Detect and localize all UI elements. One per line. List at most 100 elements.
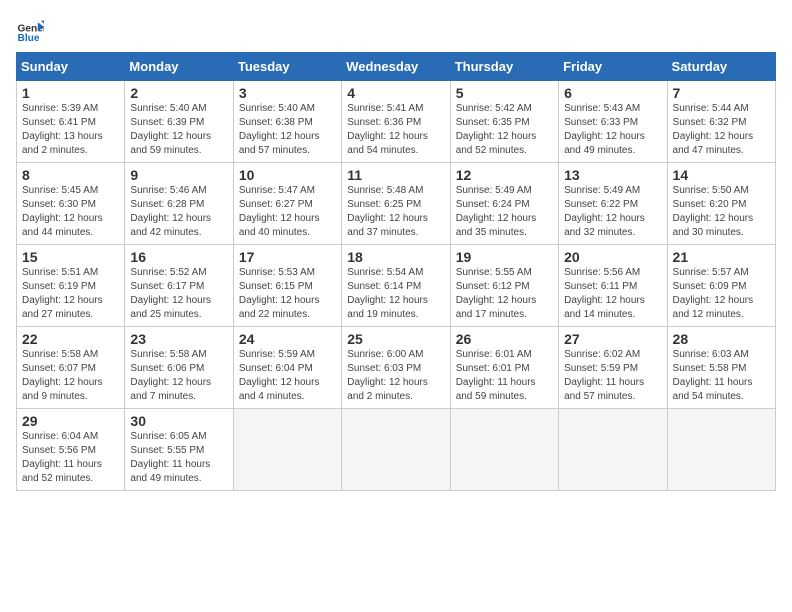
weekday-header-thursday: Thursday <box>450 53 558 81</box>
calendar-cell: 15Sunrise: 5:51 AM Sunset: 6:19 PM Dayli… <box>17 245 125 327</box>
calendar-cell: 6Sunrise: 5:43 AM Sunset: 6:33 PM Daylig… <box>559 81 667 163</box>
weekday-header-wednesday: Wednesday <box>342 53 450 81</box>
calendar-cell <box>342 409 450 491</box>
day-number: 25 <box>347 331 444 347</box>
day-info: Sunrise: 5:40 AM Sunset: 6:38 PM Dayligh… <box>239 102 336 158</box>
calendar-cell: 29Sunrise: 6:04 AM Sunset: 5:56 PM Dayli… <box>17 409 125 491</box>
weekday-header-monday: Monday <box>125 53 233 81</box>
calendar-cell <box>450 409 558 491</box>
calendar-cell: 8Sunrise: 5:45 AM Sunset: 6:30 PM Daylig… <box>17 163 125 245</box>
day-number: 15 <box>22 249 119 265</box>
day-number: 18 <box>347 249 444 265</box>
page-header: General Blue <box>16 16 776 44</box>
calendar-cell: 3Sunrise: 5:40 AM Sunset: 6:38 PM Daylig… <box>233 81 341 163</box>
day-number: 28 <box>673 331 770 347</box>
day-number: 16 <box>130 249 227 265</box>
calendar-cell: 12Sunrise: 5:49 AM Sunset: 6:24 PM Dayli… <box>450 163 558 245</box>
calendar-cell: 25Sunrise: 6:00 AM Sunset: 6:03 PM Dayli… <box>342 327 450 409</box>
calendar-header-row: SundayMondayTuesdayWednesdayThursdayFrid… <box>17 53 776 81</box>
day-number: 12 <box>456 167 553 183</box>
weekday-header-tuesday: Tuesday <box>233 53 341 81</box>
day-number: 8 <box>22 167 119 183</box>
day-number: 23 <box>130 331 227 347</box>
weekday-header-friday: Friday <box>559 53 667 81</box>
day-info: Sunrise: 5:39 AM Sunset: 6:41 PM Dayligh… <box>22 102 119 158</box>
day-number: 1 <box>22 85 119 101</box>
calendar-week-1: 1Sunrise: 5:39 AM Sunset: 6:41 PM Daylig… <box>17 81 776 163</box>
day-info: Sunrise: 6:03 AM Sunset: 5:58 PM Dayligh… <box>673 348 770 404</box>
calendar-body: 1Sunrise: 5:39 AM Sunset: 6:41 PM Daylig… <box>17 81 776 491</box>
calendar-cell: 20Sunrise: 5:56 AM Sunset: 6:11 PM Dayli… <box>559 245 667 327</box>
day-info: Sunrise: 5:41 AM Sunset: 6:36 PM Dayligh… <box>347 102 444 158</box>
calendar-cell: 27Sunrise: 6:02 AM Sunset: 5:59 PM Dayli… <box>559 327 667 409</box>
calendar-cell: 24Sunrise: 5:59 AM Sunset: 6:04 PM Dayli… <box>233 327 341 409</box>
day-info: Sunrise: 5:49 AM Sunset: 6:24 PM Dayligh… <box>456 184 553 240</box>
calendar-cell: 18Sunrise: 5:54 AM Sunset: 6:14 PM Dayli… <box>342 245 450 327</box>
day-number: 9 <box>130 167 227 183</box>
day-info: Sunrise: 5:58 AM Sunset: 6:07 PM Dayligh… <box>22 348 119 404</box>
day-info: Sunrise: 5:52 AM Sunset: 6:17 PM Dayligh… <box>130 266 227 322</box>
day-number: 26 <box>456 331 553 347</box>
day-number: 5 <box>456 85 553 101</box>
day-info: Sunrise: 5:58 AM Sunset: 6:06 PM Dayligh… <box>130 348 227 404</box>
day-number: 24 <box>239 331 336 347</box>
day-number: 14 <box>673 167 770 183</box>
calendar-cell: 11Sunrise: 5:48 AM Sunset: 6:25 PM Dayli… <box>342 163 450 245</box>
calendar-cell: 30Sunrise: 6:05 AM Sunset: 5:55 PM Dayli… <box>125 409 233 491</box>
calendar-cell: 13Sunrise: 5:49 AM Sunset: 6:22 PM Dayli… <box>559 163 667 245</box>
day-info: Sunrise: 5:57 AM Sunset: 6:09 PM Dayligh… <box>673 266 770 322</box>
day-number: 4 <box>347 85 444 101</box>
calendar-week-5: 29Sunrise: 6:04 AM Sunset: 5:56 PM Dayli… <box>17 409 776 491</box>
calendar-week-4: 22Sunrise: 5:58 AM Sunset: 6:07 PM Dayli… <box>17 327 776 409</box>
day-info: Sunrise: 5:40 AM Sunset: 6:39 PM Dayligh… <box>130 102 227 158</box>
day-number: 13 <box>564 167 661 183</box>
calendar-cell <box>559 409 667 491</box>
day-info: Sunrise: 5:56 AM Sunset: 6:11 PM Dayligh… <box>564 266 661 322</box>
calendar-cell: 9Sunrise: 5:46 AM Sunset: 6:28 PM Daylig… <box>125 163 233 245</box>
day-number: 22 <box>22 331 119 347</box>
day-info: Sunrise: 5:54 AM Sunset: 6:14 PM Dayligh… <box>347 266 444 322</box>
day-number: 17 <box>239 249 336 265</box>
day-info: Sunrise: 5:48 AM Sunset: 6:25 PM Dayligh… <box>347 184 444 240</box>
calendar-cell: 19Sunrise: 5:55 AM Sunset: 6:12 PM Dayli… <box>450 245 558 327</box>
day-number: 11 <box>347 167 444 183</box>
calendar-cell: 2Sunrise: 5:40 AM Sunset: 6:39 PM Daylig… <box>125 81 233 163</box>
calendar-cell: 4Sunrise: 5:41 AM Sunset: 6:36 PM Daylig… <box>342 81 450 163</box>
day-number: 2 <box>130 85 227 101</box>
svg-text:Blue: Blue <box>18 33 40 44</box>
day-number: 29 <box>22 413 119 429</box>
day-number: 10 <box>239 167 336 183</box>
day-info: Sunrise: 6:05 AM Sunset: 5:55 PM Dayligh… <box>130 430 227 486</box>
calendar-cell: 5Sunrise: 5:42 AM Sunset: 6:35 PM Daylig… <box>450 81 558 163</box>
calendar-cell <box>667 409 775 491</box>
day-info: Sunrise: 6:04 AM Sunset: 5:56 PM Dayligh… <box>22 430 119 486</box>
day-number: 30 <box>130 413 227 429</box>
calendar-cell: 10Sunrise: 5:47 AM Sunset: 6:27 PM Dayli… <box>233 163 341 245</box>
calendar-table: SundayMondayTuesdayWednesdayThursdayFrid… <box>16 52 776 491</box>
weekday-header-sunday: Sunday <box>17 53 125 81</box>
day-info: Sunrise: 5:45 AM Sunset: 6:30 PM Dayligh… <box>22 184 119 240</box>
day-info: Sunrise: 5:53 AM Sunset: 6:15 PM Dayligh… <box>239 266 336 322</box>
day-info: Sunrise: 5:59 AM Sunset: 6:04 PM Dayligh… <box>239 348 336 404</box>
day-info: Sunrise: 5:46 AM Sunset: 6:28 PM Dayligh… <box>130 184 227 240</box>
day-number: 6 <box>564 85 661 101</box>
day-info: Sunrise: 5:47 AM Sunset: 6:27 PM Dayligh… <box>239 184 336 240</box>
calendar-cell: 26Sunrise: 6:01 AM Sunset: 6:01 PM Dayli… <box>450 327 558 409</box>
day-number: 19 <box>456 249 553 265</box>
day-info: Sunrise: 5:43 AM Sunset: 6:33 PM Dayligh… <box>564 102 661 158</box>
calendar-cell: 1Sunrise: 5:39 AM Sunset: 6:41 PM Daylig… <box>17 81 125 163</box>
calendar-cell <box>233 409 341 491</box>
calendar-cell: 17Sunrise: 5:53 AM Sunset: 6:15 PM Dayli… <box>233 245 341 327</box>
calendar-cell: 23Sunrise: 5:58 AM Sunset: 6:06 PM Dayli… <box>125 327 233 409</box>
day-info: Sunrise: 5:55 AM Sunset: 6:12 PM Dayligh… <box>456 266 553 322</box>
calendar-cell: 28Sunrise: 6:03 AM Sunset: 5:58 PM Dayli… <box>667 327 775 409</box>
logo-icon: General Blue <box>16 16 44 44</box>
day-number: 3 <box>239 85 336 101</box>
day-info: Sunrise: 5:44 AM Sunset: 6:32 PM Dayligh… <box>673 102 770 158</box>
day-info: Sunrise: 6:00 AM Sunset: 6:03 PM Dayligh… <box>347 348 444 404</box>
day-number: 7 <box>673 85 770 101</box>
day-info: Sunrise: 5:42 AM Sunset: 6:35 PM Dayligh… <box>456 102 553 158</box>
day-info: Sunrise: 5:51 AM Sunset: 6:19 PM Dayligh… <box>22 266 119 322</box>
calendar-cell: 14Sunrise: 5:50 AM Sunset: 6:20 PM Dayli… <box>667 163 775 245</box>
day-info: Sunrise: 5:49 AM Sunset: 6:22 PM Dayligh… <box>564 184 661 240</box>
